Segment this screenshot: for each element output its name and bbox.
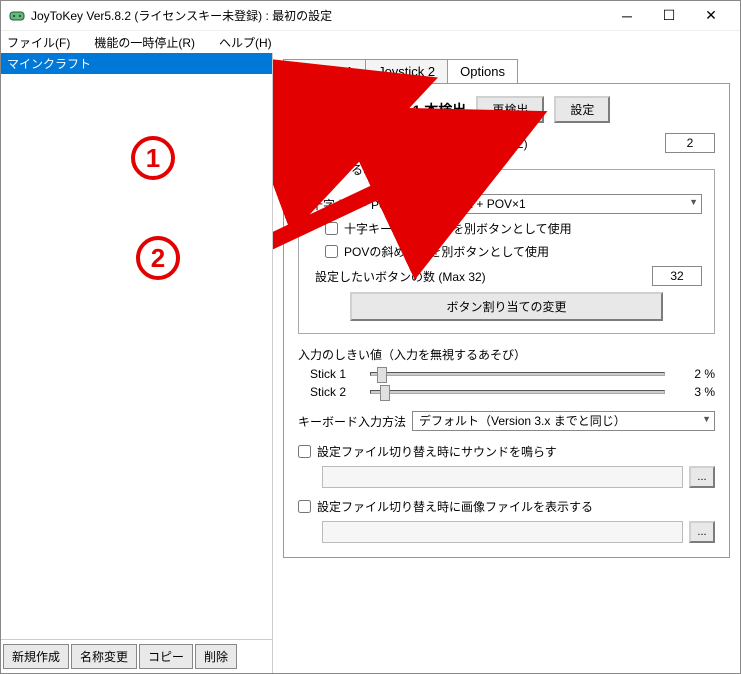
tab-joystick2[interactable]: Joystick 2 xyxy=(365,59,448,83)
assign-buttons-button[interactable]: ボタン割り当ての変更 xyxy=(350,292,663,321)
tab-options[interactable]: Options xyxy=(447,59,518,83)
pov-select[interactable]: 十字キー×2 + POV×1 xyxy=(404,194,702,214)
profile-item[interactable]: マインクラフト xyxy=(1,53,272,74)
profile-list[interactable]: マインクラフト xyxy=(1,53,272,639)
titlebar: JoyToKey Ver5.8.2 (ライセンスキー未登録) : 最初の設定 ─… xyxy=(1,1,740,31)
threshold-label: 入力のしきい値（入力を無視するあそび） xyxy=(298,346,715,363)
settings-button[interactable]: 設定 xyxy=(554,96,610,123)
joystick-count-label: 設定したいジョイスティックの数 (Max 32) xyxy=(298,135,528,152)
callout-1: 1 xyxy=(131,136,175,180)
tab-joystick1[interactable]: Joystick 1 xyxy=(283,59,366,83)
main-panel: Joystick 1 Joystick 2 Options ジョイスティック 1… xyxy=(273,53,740,673)
button-settings-legend: 表示するボタン設定 xyxy=(311,161,427,178)
pov-diag-checkbox[interactable] xyxy=(325,245,338,258)
stick1-label: Stick 1 xyxy=(310,367,360,381)
cross-diag-checkbox[interactable] xyxy=(325,222,338,235)
new-profile-button[interactable]: 新規作成 xyxy=(3,644,69,669)
menu-suspend[interactable]: 機能の一時停止(R) xyxy=(94,34,195,51)
stick2-label: Stick 2 xyxy=(310,385,360,399)
image-path-field[interactable] xyxy=(322,521,683,543)
image-label: 設定ファイル切り替え時に画像ファイルを表示する xyxy=(317,498,593,515)
close-button[interactable]: ✕ xyxy=(690,2,732,30)
button-count-label: 設定したいボタンの数 (Max 32) xyxy=(315,268,486,285)
sound-label: 設定ファイル切り替え時にサウンドを鳴らす xyxy=(317,443,557,460)
sound-checkbox[interactable] xyxy=(298,445,311,458)
button-count-input[interactable] xyxy=(652,266,702,286)
keyboard-method-label: キーボード入力方法 xyxy=(298,413,406,430)
rename-profile-button[interactable]: 名称変更 xyxy=(71,644,137,669)
cross-diag-label: 十字キーの斜め入力を別ボタンとして使用 xyxy=(344,220,572,237)
image-checkbox[interactable] xyxy=(298,500,311,513)
pov-label: 十字キー・POV xyxy=(311,196,396,213)
minimize-button[interactable]: ─ xyxy=(606,2,648,30)
window-title: JoyToKey Ver5.8.2 (ライセンスキー未登録) : 最初の設定 xyxy=(31,7,606,24)
callout-2: 2 xyxy=(136,236,180,280)
menu-file[interactable]: ファイル(F) xyxy=(7,34,70,51)
stick1-slider[interactable] xyxy=(370,372,665,376)
stick2-value: 3 % xyxy=(675,385,715,399)
redetect-button[interactable]: 再検出 xyxy=(476,96,544,123)
sound-checkbox-row[interactable]: 設定ファイル切り替え時にサウンドを鳴らす xyxy=(298,443,715,460)
menubar: ファイル(F) 機能の一時停止(R) ヘルプ(H) xyxy=(1,31,740,53)
menu-help[interactable]: ヘルプ(H) xyxy=(219,34,272,51)
pov-diag-checkbox-row[interactable]: POVの斜め入力を別ボタンとして使用 xyxy=(325,243,702,260)
image-checkbox-row[interactable]: 設定ファイル切り替え時に画像ファイルを表示する xyxy=(298,498,715,515)
detection-title: ジョイスティック 1 本検出 xyxy=(298,100,466,120)
tab-strip: Joystick 1 Joystick 2 Options xyxy=(283,59,730,83)
sound-browse-button[interactable]: ... xyxy=(689,466,715,488)
pov-diag-label: POVの斜め入力を別ボタンとして使用 xyxy=(344,243,549,260)
copy-profile-button[interactable]: コピー xyxy=(139,644,193,669)
cross-diag-checkbox-row[interactable]: 十字キーの斜め入力を別ボタンとして使用 xyxy=(325,220,702,237)
maximize-button[interactable]: ☐ xyxy=(648,2,690,30)
joystick-count-input[interactable] xyxy=(665,133,715,153)
delete-profile-button[interactable]: 削除 xyxy=(195,644,237,669)
sound-path-field[interactable] xyxy=(322,466,683,488)
keyboard-method-select[interactable]: デフォルト（Version 3.x までと同じ） xyxy=(412,411,715,431)
stick2-slider[interactable] xyxy=(370,390,665,394)
stick1-value: 2 % xyxy=(675,367,715,381)
button-settings-group: 表示するボタン設定 十字キー・POV 十字キー×2 + POV×1 十字キーの斜… xyxy=(298,161,715,334)
image-browse-button[interactable]: ... xyxy=(689,521,715,543)
app-icon xyxy=(9,8,25,24)
